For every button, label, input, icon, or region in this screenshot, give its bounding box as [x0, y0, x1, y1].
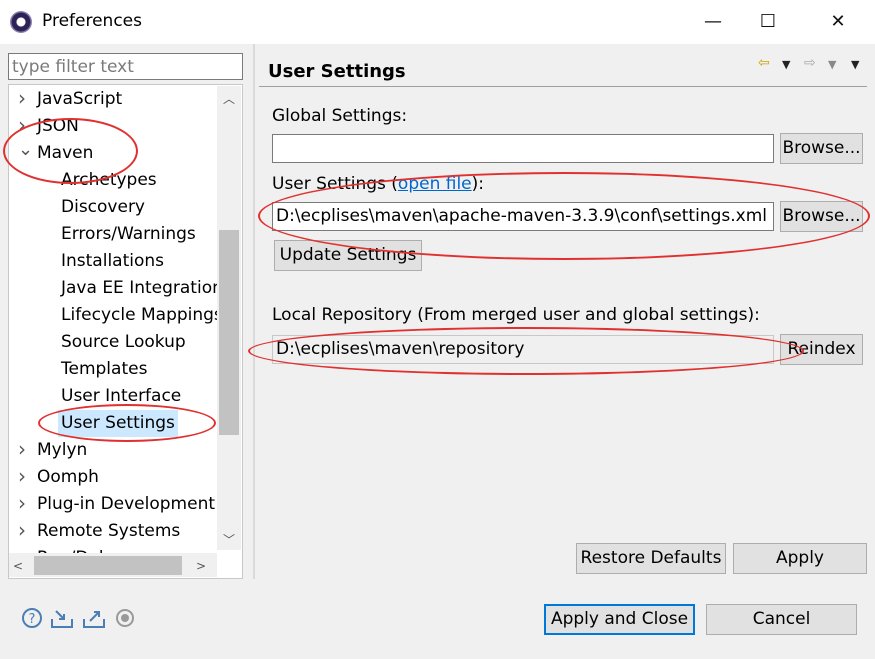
tree-item[interactable]: Discovery	[9, 194, 218, 221]
tree-item-label: Discovery	[61, 197, 145, 217]
tree-item-label: Maven	[37, 143, 94, 163]
global-settings-label: Global Settings:	[272, 106, 408, 126]
tree-item[interactable]: › JSON	[9, 113, 218, 140]
tree-item[interactable]: Errors/Warnings	[9, 221, 218, 248]
tree-item-label: Archetypes	[61, 170, 157, 190]
export-icon[interactable]	[82, 607, 106, 631]
view-menu-icon[interactable]: ▼	[851, 58, 859, 71]
scroll-up-icon[interactable]: ︿	[217, 89, 241, 109]
tree-item-label: Lifecycle Mappings	[61, 305, 223, 325]
tree-item-label: Templates	[61, 359, 148, 379]
window-title: Preferences	[42, 11, 142, 31]
tree-item[interactable]: Archetypes	[9, 167, 218, 194]
update-settings-button[interactable]: Update Settings	[274, 240, 422, 271]
minimize-icon[interactable]: —	[690, 6, 736, 38]
chevron-right-icon[interactable]: ›	[18, 115, 30, 135]
local-repository-label: Local Repository (From merged user and g…	[272, 305, 760, 325]
tree-item[interactable]: Installations	[9, 248, 218, 275]
tree-item[interactable]: › Oomph	[9, 464, 218, 491]
chevron-right-icon[interactable]: ›	[18, 88, 30, 108]
chevron-right-icon[interactable]: ›	[18, 439, 30, 459]
scroll-left-icon[interactable]: <	[9, 556, 27, 576]
tree-item-label: User Settings	[58, 410, 178, 437]
record-icon[interactable]	[113, 607, 137, 631]
svg-text:?: ?	[29, 612, 36, 627]
import-icon[interactable]	[50, 607, 74, 631]
maximize-icon[interactable]: ☐	[745, 6, 791, 38]
chevron-right-icon[interactable]: ›	[18, 520, 30, 540]
close-icon[interactable]: ✕	[815, 6, 861, 38]
tree-item[interactable]: › Plug-in Development	[9, 491, 218, 518]
tree-item-label: Oomph	[37, 467, 99, 487]
tree-item-label: Remote Systems	[37, 521, 181, 541]
scroll-down-icon[interactable]: ﹀	[217, 530, 241, 550]
eclipse-app-icon	[10, 11, 32, 33]
user-browse-button[interactable]: Browse...	[780, 201, 863, 232]
tree-item[interactable]: Java EE Integration	[9, 275, 223, 302]
scroll-right-icon[interactable]: >	[192, 556, 210, 576]
forward-menu-chevron-icon[interactable]: ▼	[828, 58, 836, 71]
tree-item[interactable]: Source Lookup	[9, 329, 218, 356]
global-settings-field[interactable]	[272, 134, 774, 163]
user-settings-label: User Settings (open file):	[272, 174, 484, 194]
reindex-button[interactable]: Reindex	[780, 334, 863, 365]
tree-item-label: Errors/Warnings	[61, 224, 196, 244]
tree-horizontal-scroll-thumb[interactable]	[34, 556, 182, 575]
filter-input[interactable]	[8, 53, 243, 80]
apply-button[interactable]: Apply	[733, 543, 867, 574]
user-settings-label-suffix: ):	[471, 174, 485, 194]
panel-splitter[interactable]	[253, 44, 255, 579]
global-browse-button[interactable]: Browse...	[780, 133, 863, 164]
apply-and-close-button[interactable]: Apply and Close	[544, 604, 695, 635]
tree-item[interactable]: ⌄ Maven	[9, 140, 218, 167]
tree-item-label: Source Lookup	[61, 332, 186, 352]
help-icon[interactable]: ?	[20, 607, 44, 631]
page-title-separator	[259, 86, 867, 87]
restore-defaults-button[interactable]: Restore Defaults	[576, 543, 726, 574]
cancel-button[interactable]: Cancel	[706, 604, 857, 635]
tree-vertical-scroll-thumb[interactable]	[219, 230, 239, 435]
chevron-right-icon[interactable]: ›	[18, 466, 30, 486]
tree-item[interactable]: Lifecycle Mappings	[9, 302, 223, 329]
tree-item-label: JSON	[37, 116, 79, 136]
user-settings-label-prefix: User Settings (	[272, 174, 398, 194]
preference-tree: › JavaScript › JSON ⌄ Maven Archetypes Discover…	[8, 84, 243, 579]
user-settings-field[interactable]: D:\ecplises\maven\apache-maven-3.3.9\con…	[272, 202, 774, 231]
tree-item[interactable]: › JavaScript	[9, 86, 218, 113]
tree-item[interactable]: Templates	[9, 356, 218, 383]
page-title: User Settings	[268, 61, 406, 82]
forward-icon[interactable]: ⇨	[804, 55, 816, 71]
tree-item[interactable]: › Remote Systems	[9, 518, 218, 545]
tree-item-label: JavaScript	[37, 89, 123, 109]
tree-item-label: Java EE Integration	[61, 278, 223, 298]
chevron-right-icon[interactable]: ›	[18, 493, 30, 513]
tree-item-label: User Interface	[61, 386, 182, 406]
tree-item-label: Mylyn	[37, 440, 88, 460]
chevron-down-icon[interactable]: ⌄	[18, 141, 33, 159]
tree-item-label: Plug-in Development	[37, 494, 216, 514]
open-file-link[interactable]: open file	[398, 174, 472, 194]
local-repository-field: D:\ecplises\maven\repository	[272, 335, 774, 364]
back-icon[interactable]: ⇦	[758, 55, 770, 71]
back-menu-chevron-icon[interactable]: ▼	[782, 58, 790, 71]
tree-item-label: Installations	[61, 251, 165, 271]
tree-item[interactable]: User Settings	[9, 410, 218, 437]
tree-item[interactable]: User Interface	[9, 383, 218, 410]
tree-item[interactable]: › Mylyn	[9, 437, 218, 464]
